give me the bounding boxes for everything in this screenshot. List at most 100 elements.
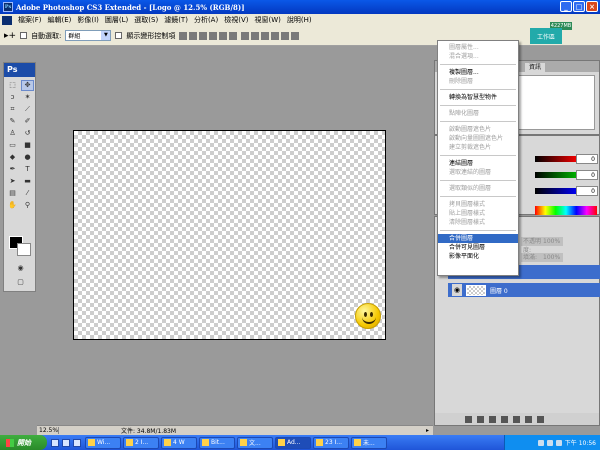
distribute-bottom-icon[interactable] — [261, 31, 270, 40]
distribute-middle-icon[interactable] — [251, 31, 260, 40]
menu-layer[interactable]: 圖層(L) — [102, 15, 131, 25]
align-top-icon[interactable] — [179, 31, 188, 40]
eraser-tool-icon[interactable]: ▭ — [6, 140, 19, 151]
taskbar-task-button[interactable]: 未... — [351, 436, 387, 449]
document-icon[interactable] — [2, 15, 12, 25]
new-group-icon[interactable] — [513, 415, 520, 423]
menu-help[interactable]: 說明(H) — [284, 15, 315, 25]
type-tool-icon[interactable]: T — [21, 164, 34, 175]
adjustment-layer-icon[interactable] — [501, 415, 508, 423]
crop-tool-icon[interactable]: ⌗ — [6, 104, 19, 115]
notes-tool-icon[interactable]: ▤ — [6, 188, 19, 199]
dodge-tool-icon[interactable]: ● — [21, 152, 34, 163]
screen-mode-icon[interactable]: ▢ — [14, 277, 27, 288]
security-icon[interactable] — [555, 439, 562, 446]
minimize-button[interactable]: _ — [560, 1, 572, 12]
layer-style-icon[interactable] — [477, 415, 484, 423]
path-selection-tool-icon[interactable]: ➤ — [6, 176, 19, 187]
align-bottom-icon[interactable] — [199, 31, 208, 40]
blue-slider[interactable] — [535, 188, 579, 194]
menu-view[interactable]: 檢視(V) — [221, 15, 251, 25]
align-right-icon[interactable] — [229, 31, 238, 40]
layer-row[interactable]: ◉ 圖層 0 — [448, 283, 600, 297]
taskbar-task-button[interactable]: 4 W — [161, 436, 197, 449]
show-transform-checkbox[interactable] — [115, 32, 123, 39]
zoom-level[interactable]: 12.5% — [37, 427, 59, 434]
close-button[interactable]: × — [586, 1, 598, 12]
taskbar-task-button[interactable]: 23 I... — [313, 436, 349, 449]
menu-file[interactable]: 檔案(F) — [15, 15, 45, 25]
magic-wand-tool-icon[interactable]: ✶ — [21, 92, 34, 103]
menu-window[interactable]: 視窗(W) — [251, 15, 283, 25]
auto-select-checkbox[interactable] — [20, 32, 28, 39]
volume-icon[interactable] — [546, 439, 553, 446]
workspace-button[interactable]: 工作區 — [530, 28, 562, 44]
eyedropper-tool-icon[interactable]: ⁄ — [21, 188, 34, 199]
fill-value[interactable]: 100% — [541, 253, 563, 262]
status-menu-arrow-icon[interactable]: ▸ — [426, 427, 433, 434]
green-slider[interactable] — [535, 172, 579, 178]
slice-tool-icon[interactable]: ⟋ — [21, 104, 34, 115]
opacity-field[interactable]: 不透明度: — [521, 237, 541, 254]
menu-edit[interactable]: 編輯(E) — [45, 15, 75, 25]
browser-icon[interactable] — [62, 438, 70, 447]
taskbar-task-button[interactable]: Ad... — [275, 436, 311, 449]
link-layers-icon[interactable] — [465, 415, 472, 423]
lasso-tool-icon[interactable]: ↄ — [6, 92, 19, 103]
quick-mask-icon[interactable]: ◉ — [14, 263, 27, 274]
taskbar-task-button[interactable]: Bit... — [199, 436, 235, 449]
gradient-tool-icon[interactable]: ■ — [21, 140, 34, 151]
trash-icon[interactable] — [537, 415, 544, 423]
context-menu-item[interactable]: 合併可見圖層 — [438, 243, 518, 252]
tab-info[interactable]: 資訊 — [525, 63, 546, 72]
maximize-button[interactable]: □ — [573, 1, 585, 12]
distribute-left-icon[interactable] — [271, 31, 280, 40]
healing-brush-tool-icon[interactable]: ✎ — [6, 116, 19, 127]
context-menu-item[interactable]: 合併圖層 — [438, 234, 518, 243]
network-icon[interactable] — [537, 439, 544, 446]
eye-icon[interactable]: ◉ — [452, 284, 462, 296]
menu-image[interactable]: 影像(I) — [74, 15, 102, 25]
show-desktop-icon[interactable] — [51, 438, 59, 447]
shape-tool-icon[interactable]: ▬ — [21, 176, 34, 187]
red-slider[interactable] — [535, 156, 579, 162]
brush-tool-icon[interactable]: ✐ — [21, 116, 34, 127]
auto-select-dropdown[interactable]: 群組 ▼ — [65, 30, 112, 41]
distribute-right-icon[interactable] — [291, 31, 300, 40]
menu-filter[interactable]: 濾鏡(T) — [161, 15, 191, 25]
pen-tool-icon[interactable]: ✒ — [6, 164, 19, 175]
align-left-icon[interactable] — [209, 31, 218, 40]
align-middle-icon[interactable] — [189, 31, 198, 40]
start-button[interactable]: 開始 — [0, 435, 47, 450]
align-center-icon[interactable] — [219, 31, 228, 40]
distribute-top-icon[interactable] — [241, 31, 250, 40]
layer-name[interactable]: 圖層 0 — [490, 286, 508, 295]
background-color-swatch[interactable] — [17, 243, 31, 256]
media-player-icon[interactable] — [73, 438, 81, 447]
context-menu-item[interactable]: 連結圖層 — [438, 159, 518, 168]
color-spectrum[interactable] — [535, 206, 597, 215]
opacity-value[interactable]: 100% — [541, 237, 563, 246]
hand-tool-icon[interactable]: ✋ — [6, 200, 19, 211]
context-menu-item[interactable]: 轉換為智慧型物件 — [438, 93, 518, 102]
taskbar-task-button[interactable]: Wi... — [85, 436, 121, 449]
zoom-tool-icon[interactable]: ⚲ — [21, 200, 34, 211]
menu-analysis[interactable]: 分析(A) — [191, 15, 221, 25]
distribute-center-icon[interactable] — [281, 31, 290, 40]
move-tool-icon[interactable]: ▸+ — [4, 31, 16, 41]
history-brush-tool-icon[interactable]: ↺ — [21, 128, 34, 139]
document-canvas[interactable] — [73, 130, 386, 340]
clone-stamp-tool-icon[interactable]: ♙ — [6, 128, 19, 139]
taskbar-task-button[interactable]: 文... — [237, 436, 273, 449]
add-mask-icon[interactable] — [489, 415, 496, 423]
red-value[interactable]: 0 — [576, 154, 598, 164]
menu-select[interactable]: 選取(S) — [131, 15, 161, 25]
marquee-tool-icon[interactable]: ⬚ — [6, 80, 19, 91]
green-value[interactable]: 0 — [576, 170, 598, 180]
context-menu-item[interactable]: 影像平面化 — [438, 252, 518, 261]
move-tool-icon[interactable]: ✥ — [21, 80, 34, 91]
taskbar-task-button[interactable]: 2 I... — [123, 436, 159, 449]
blue-value[interactable]: 0 — [576, 186, 598, 196]
blur-tool-icon[interactable]: ◆ — [6, 152, 19, 163]
new-layer-icon[interactable] — [525, 415, 532, 423]
